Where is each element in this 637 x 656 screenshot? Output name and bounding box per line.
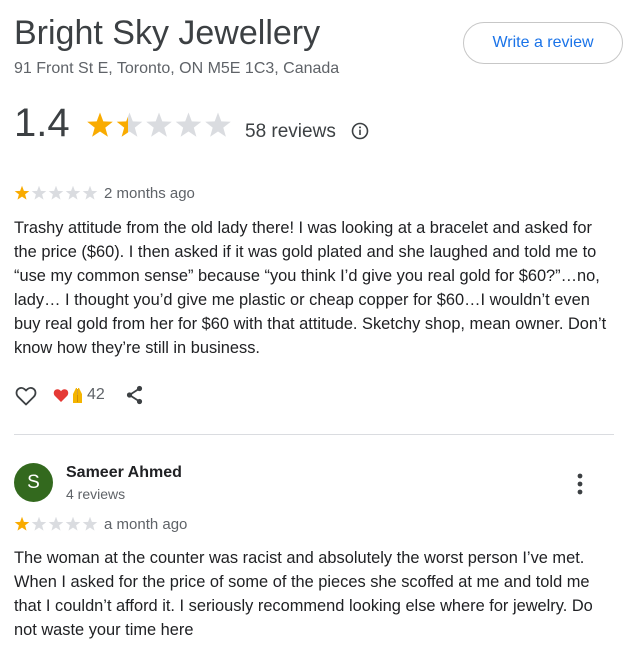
reactions-icons[interactable]	[53, 386, 85, 404]
average-rating-stars	[87, 112, 231, 137]
business-name: Bright Sky Jewellery	[14, 14, 321, 52]
info-icon[interactable]	[350, 121, 370, 141]
review-1-text: Trashy attitude from the old lady there!…	[14, 219, 607, 357]
review-2-stars	[14, 516, 98, 531]
heart-emoji-icon	[53, 389, 69, 402]
reviewer-avatar[interactable]: S	[14, 463, 53, 502]
star-4-icon	[175, 112, 202, 137]
reviewer-review-count: 4 reviews	[66, 486, 126, 502]
review-divider	[14, 434, 614, 435]
star-1-icon	[87, 112, 113, 137]
star-5-icon	[205, 112, 231, 137]
star-3-icon	[146, 112, 172, 137]
more-options-icon[interactable]	[568, 470, 592, 498]
star-2-icon	[116, 112, 143, 137]
review-2-text: The woman at the counter was racist and …	[14, 549, 593, 639]
write-review-button[interactable]: Write a review	[463, 22, 623, 64]
reviewer-name[interactable]: Sameer Ahmed	[66, 464, 182, 482]
average-rating: 1.4	[14, 101, 70, 145]
review-1-stars	[14, 185, 98, 200]
review-2-time: a month ago	[104, 516, 188, 533]
folded-hands-emoji-icon	[73, 388, 82, 403]
business-address: 91 Front St E, Toronto, ON M5E 1C3, Cana…	[14, 60, 340, 77]
review-1-time: 2 months ago	[104, 185, 195, 202]
like-heart-icon[interactable]	[14, 384, 38, 408]
reviews-count[interactable]: 58 reviews	[245, 121, 336, 143]
reactions-count: 42	[87, 386, 105, 403]
share-icon[interactable]	[124, 384, 146, 406]
